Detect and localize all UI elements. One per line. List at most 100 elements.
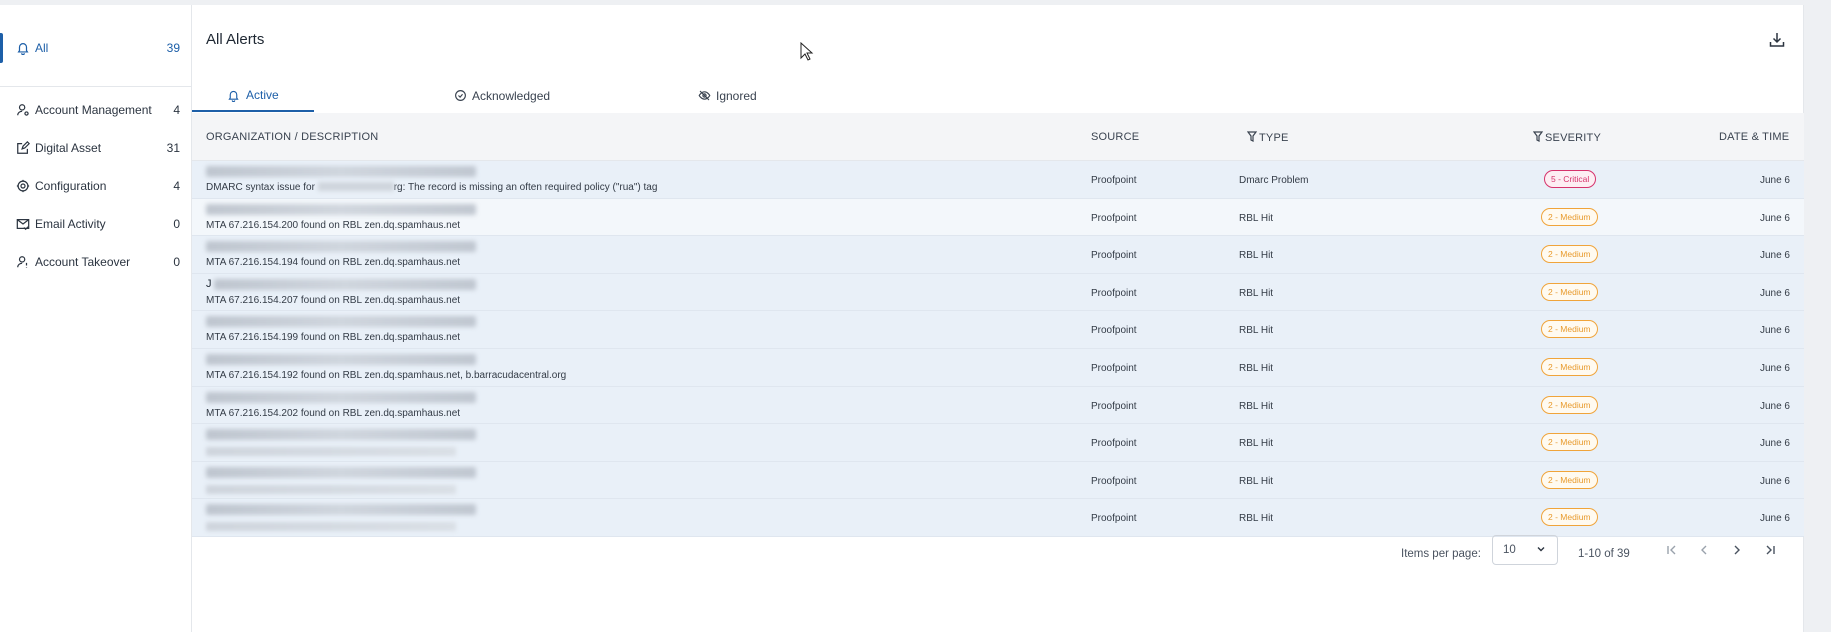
table-row[interactable]: J MTA 67.216.154.207 found on RBL zen.dq… bbox=[192, 273, 1804, 312]
tab-label: Active bbox=[246, 88, 279, 102]
severity-badge: 2 - Medium bbox=[1541, 282, 1598, 301]
alert-description-redacted bbox=[206, 522, 456, 532]
filter-icon[interactable] bbox=[1533, 131, 1543, 142]
sidebar-item-configuration[interactable]: Configuration 4 bbox=[0, 167, 191, 205]
alert-type: RBL Hit bbox=[1239, 362, 1274, 374]
alert-description: MTA 67.216.154.202 found on RBL zen.dq.s… bbox=[206, 407, 461, 419]
sidebar-item-count: 0 bbox=[173, 217, 180, 231]
column-header-severity[interactable]: SEVERITY bbox=[1533, 131, 1601, 144]
table-row[interactable]: Proofpoint RBL Hit 2 - Medium June 6 bbox=[192, 424, 1804, 462]
alert-date: June 6 bbox=[1759, 212, 1790, 224]
next-page-icon[interactable] bbox=[1729, 542, 1745, 558]
table-row[interactable]: DMARC syntax issue for rg: The record is… bbox=[192, 161, 1804, 199]
download-icon[interactable] bbox=[1768, 31, 1786, 49]
mouse-pointer-icon bbox=[800, 42, 814, 61]
sidebar-item-account-management[interactable]: Account Management 4 bbox=[0, 91, 191, 129]
severity-badge: 2 - Medium bbox=[1541, 357, 1598, 376]
sidebar-item-label: Account Takeover bbox=[35, 255, 131, 269]
items-per-page-select[interactable]: 10 bbox=[1492, 535, 1558, 565]
table-row[interactable]: MTA 67.216.154.202 found on RBL zen.dq.s… bbox=[192, 386, 1804, 425]
severity-badge: 2 - Medium bbox=[1541, 508, 1598, 527]
sidebar-item-count: 31 bbox=[166, 141, 180, 155]
organization-name-redacted bbox=[206, 203, 476, 215]
organization-name-redacted bbox=[206, 429, 476, 441]
organization-initial: J bbox=[206, 277, 212, 290]
filter-icon[interactable] bbox=[1247, 131, 1257, 142]
sidebar-item-all[interactable]: All 39 bbox=[0, 29, 191, 67]
column-header-org[interactable]: ORGANIZATION / DESCRIPTION bbox=[206, 131, 378, 143]
paginator: Items per page: 10 1-10 of 39 bbox=[192, 535, 1804, 585]
sidebar-item-count: 4 bbox=[173, 179, 180, 193]
alert-source: Proofpoint bbox=[1091, 513, 1137, 525]
eye-off-icon bbox=[698, 90, 711, 101]
last-page-icon[interactable] bbox=[1762, 542, 1778, 558]
sidebar-item-count: 4 bbox=[173, 103, 180, 117]
table-row[interactable]: MTA 67.216.154.194 found on RBL zen.dq.s… bbox=[192, 236, 1804, 274]
sidebar-item-label: All bbox=[35, 41, 49, 55]
column-header-date[interactable]: DATE & TIME bbox=[1719, 131, 1789, 143]
sidebar-item-label: Account Management bbox=[35, 103, 152, 117]
organization-name-redacted bbox=[206, 241, 476, 253]
alert-date: June 6 bbox=[1759, 475, 1790, 487]
user-alert-icon bbox=[17, 256, 28, 268]
gear-icon bbox=[16, 179, 30, 193]
items-per-page-value: 10 bbox=[1503, 544, 1516, 556]
redacted-text bbox=[317, 182, 394, 191]
items-per-page-label: Items per page: bbox=[1401, 548, 1481, 560]
alert-date: June 6 bbox=[1759, 175, 1790, 186]
alert-date: June 6 bbox=[1759, 513, 1790, 525]
sidebar-item-email-activity[interactable]: Email Activity 0 bbox=[0, 205, 191, 243]
table-row[interactable]: Proofpoint RBL Hit 2 - Medium June 6 bbox=[192, 499, 1804, 537]
alert-type: RBL Hit bbox=[1239, 212, 1274, 224]
organization-name-redacted bbox=[206, 504, 476, 516]
tab-ignored[interactable]: Ignored bbox=[458, 80, 757, 112]
tab-active[interactable]: Active bbox=[192, 80, 314, 112]
alert-date: June 6 bbox=[1759, 438, 1790, 450]
severity-badge: 2 - Medium bbox=[1541, 245, 1598, 264]
alert-source: Proofpoint bbox=[1091, 362, 1137, 374]
sidebar-item-label: Email Activity bbox=[35, 217, 106, 231]
sidebar-item-label: Configuration bbox=[35, 179, 107, 193]
alert-type: RBL Hit bbox=[1239, 438, 1274, 450]
column-header-source[interactable]: SOURCE bbox=[1091, 131, 1139, 143]
alert-source: Proofpoint bbox=[1091, 212, 1137, 224]
table-row[interactable]: MTA 67.216.154.192 found on RBL zen.dq.s… bbox=[192, 348, 1804, 387]
alert-description: MTA 67.216.154.194 found on RBL zen.dq.s… bbox=[206, 257, 461, 269]
alert-description: MTA 67.216.154.200 found on RBL zen.dq.s… bbox=[206, 219, 461, 231]
chevron-down-icon bbox=[1537, 547, 1545, 552]
severity-badge: 2 - Medium bbox=[1541, 395, 1598, 414]
alert-type: RBL Hit bbox=[1239, 400, 1274, 412]
alert-date: June 6 bbox=[1759, 400, 1790, 412]
sidebar-item-account-takeover[interactable]: Account Takeover 0 bbox=[0, 243, 191, 281]
alert-type: RBL Hit bbox=[1239, 250, 1274, 262]
organization-name-redacted bbox=[206, 166, 476, 177]
alerts-main: All Alerts Active Acknowledged Ignored O… bbox=[192, 5, 1804, 632]
alert-source: Proofpoint bbox=[1091, 400, 1137, 412]
edit-square-icon bbox=[17, 141, 30, 154]
sidebar-divider bbox=[0, 86, 191, 87]
severity-badge: 2 - Medium bbox=[1541, 470, 1598, 489]
first-page-icon[interactable] bbox=[1664, 542, 1680, 558]
status-tabs: Active Acknowledged Ignored bbox=[192, 80, 757, 112]
alert-source: Proofpoint bbox=[1091, 175, 1137, 186]
alert-date: June 6 bbox=[1759, 287, 1790, 299]
page-title: All Alerts bbox=[206, 31, 265, 48]
table-row[interactable]: MTA 67.216.154.200 found on RBL zen.dq.s… bbox=[192, 198, 1804, 237]
organization-name-redacted bbox=[206, 353, 476, 365]
alert-description: MTA 67.216.154.192 found on RBL zen.dq.s… bbox=[206, 369, 567, 381]
tab-acknowledged[interactable]: Acknowledged bbox=[314, 80, 550, 112]
organization-name-redacted bbox=[206, 316, 476, 328]
sidebar-item-label: Digital Asset bbox=[35, 141, 102, 155]
app-frame: All 39 Account Management 4 Digital Asse… bbox=[0, 5, 1804, 632]
column-header-type[interactable]: TYPE bbox=[1247, 131, 1289, 144]
alert-source: Proofpoint bbox=[1091, 325, 1137, 337]
page-range: 1-10 of 39 bbox=[1578, 548, 1630, 560]
table-row[interactable]: MTA 67.216.154.199 found on RBL zen.dq.s… bbox=[192, 311, 1804, 349]
column-header-label: SEVERITY bbox=[1545, 132, 1602, 144]
user-gear-icon bbox=[17, 104, 29, 116]
alert-date: June 6 bbox=[1759, 325, 1790, 337]
severity-badge: 2 - Medium bbox=[1541, 433, 1598, 452]
previous-page-icon[interactable] bbox=[1696, 542, 1712, 558]
sidebar-item-digital-asset[interactable]: Digital Asset 31 bbox=[0, 129, 191, 167]
table-row[interactable]: Proofpoint RBL Hit 2 - Medium June 6 bbox=[192, 461, 1804, 500]
